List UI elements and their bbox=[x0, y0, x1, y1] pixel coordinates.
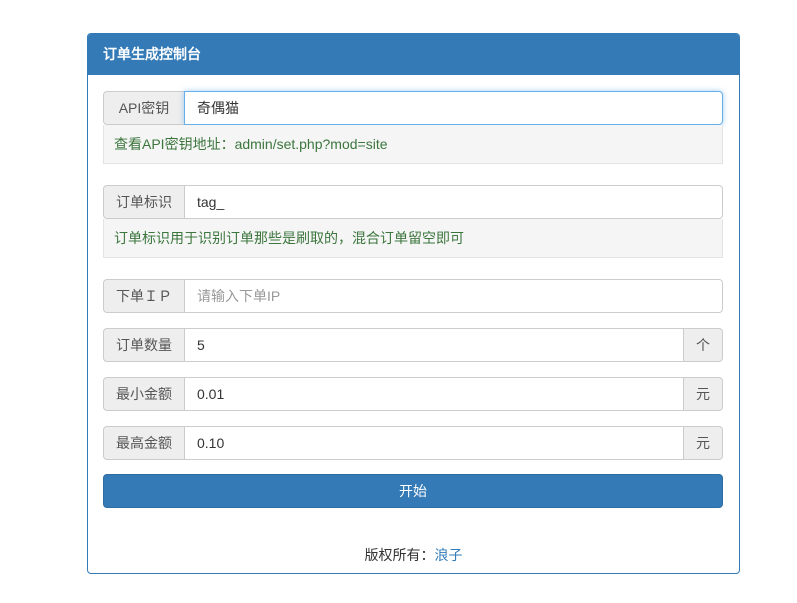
order-console-panel: 订单生成控制台 API密钥 查看API密钥地址：admin/set.php?mo… bbox=[87, 33, 740, 574]
order-count-row: 订单数量 个 bbox=[103, 328, 723, 362]
api-key-label: API密钥 bbox=[103, 91, 184, 125]
order-tag-input[interactable] bbox=[184, 185, 723, 219]
max-amount-row: 最高金额 元 bbox=[103, 426, 723, 460]
order-ip-input[interactable] bbox=[184, 279, 723, 313]
max-amount-input[interactable] bbox=[184, 426, 684, 460]
footer: 版权所有：浪子 bbox=[88, 545, 739, 565]
order-tag-label: 订单标识 bbox=[103, 185, 184, 219]
min-amount-label: 最小金额 bbox=[103, 377, 184, 411]
api-key-help: 查看API密钥地址：admin/set.php?mod=site bbox=[103, 125, 723, 164]
max-amount-unit: 元 bbox=[684, 426, 723, 460]
copyright-label: 版权所有： bbox=[364, 547, 435, 563]
min-amount-row: 最小金额 元 bbox=[103, 377, 723, 411]
max-amount-label: 最高金额 bbox=[103, 426, 184, 460]
order-count-unit: 个 bbox=[684, 328, 723, 362]
start-button[interactable]: 开始 bbox=[103, 474, 723, 508]
min-amount-input[interactable] bbox=[184, 377, 684, 411]
author-link[interactable]: 浪子 bbox=[435, 547, 463, 563]
api-key-row: API密钥 bbox=[103, 91, 723, 125]
order-ip-row: 下单ＩＰ bbox=[103, 279, 723, 313]
order-count-input[interactable] bbox=[184, 328, 684, 362]
order-count-label: 订单数量 bbox=[103, 328, 184, 362]
min-amount-unit: 元 bbox=[684, 377, 723, 411]
order-ip-label: 下单ＩＰ bbox=[103, 279, 184, 313]
order-tag-row: 订单标识 bbox=[103, 185, 723, 219]
api-key-input[interactable] bbox=[184, 91, 723, 125]
order-tag-help: 订单标识用于识别订单那些是刷取的，混合订单留空即可 bbox=[103, 219, 723, 258]
panel-title: 订单生成控制台 bbox=[88, 34, 739, 75]
